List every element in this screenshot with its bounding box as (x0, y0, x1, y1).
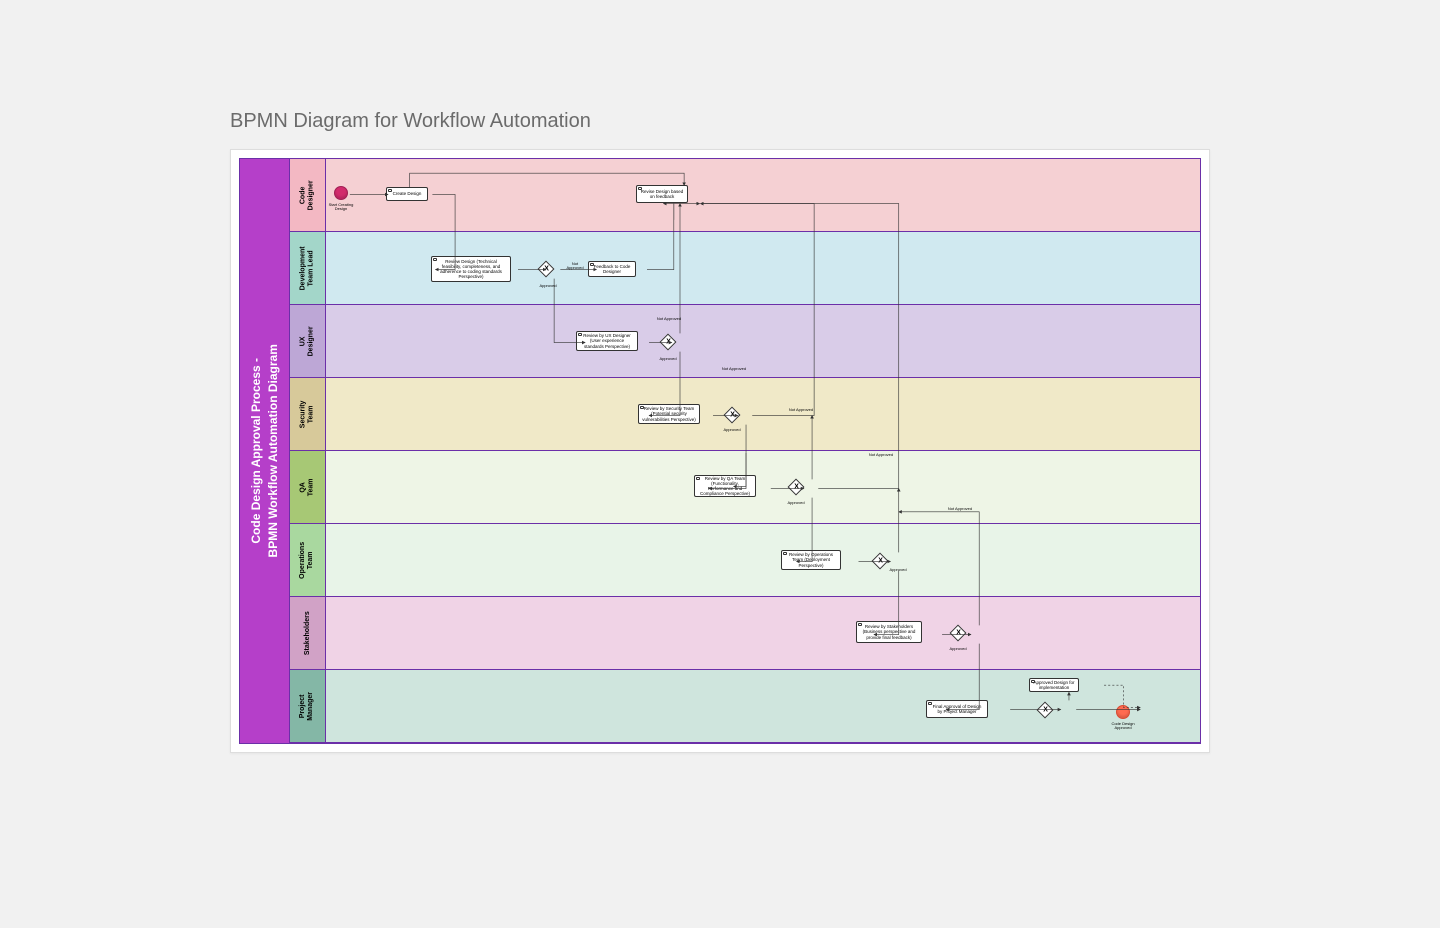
gw-label-approved-sec: Approved (720, 428, 744, 432)
gateway-qa (788, 479, 805, 496)
lane-label: DevelopmentTeam Lead (290, 232, 326, 304)
lanes-container: CodeDesigner Start Creating Design Creat… (290, 159, 1200, 743)
gateway-stakeholders (950, 625, 967, 642)
gateway-ops (872, 553, 889, 570)
page-title: BPMN Diagram for Workflow Automation (230, 110, 1210, 133)
pool-title: Code Design Approval Process -BPMN Workf… (240, 159, 290, 743)
start-event (334, 186, 348, 200)
lane-body: Review Design (Technical feasibility, co… (326, 232, 1200, 304)
task-feedback: Feedback to Code Designer (588, 261, 636, 277)
lane-body: Review by Operations Team (Deployment Pe… (326, 524, 1200, 596)
task-create-design: Create Design (386, 187, 428, 201)
lane-code-designer: CodeDesigner Start Creating Design Creat… (290, 159, 1200, 232)
lane-stakeholders: Stakeholders Review by Stakeholders (Bus… (290, 597, 1200, 670)
lane-ops: OperationsTeam Review by Operations Team… (290, 524, 1200, 597)
lane-qa: QATeam Review by QA Team (Functionality,… (290, 451, 1200, 524)
lane-pm: ProjectManager Final Approval of Design … (290, 670, 1200, 743)
bpmn-diagram: Code Design Approval Process -BPMN Workf… (239, 158, 1201, 744)
gw-label-not-approved: Not Approved (563, 262, 587, 271)
lane-label: CodeDesigner (290, 159, 326, 231)
gw-label-approved: Approved (536, 284, 560, 288)
lane-body: Review by UX Designer (User experience s… (326, 305, 1200, 377)
gateway-dev (538, 261, 555, 278)
lane-label: ProjectManager (290, 670, 326, 742)
gw-label-notapproved-sec: Not Approved (786, 408, 816, 412)
gateway-pm (1037, 702, 1054, 719)
end-event (1116, 705, 1130, 719)
task-final-approval: Final Approval of Design by Project Mana… (926, 700, 988, 718)
pool-title-line1: Code Design Approval Process - (249, 358, 263, 544)
gw-label-approved-st: Approved (946, 647, 970, 651)
gw-label-approved-qa: Approved (784, 501, 808, 505)
gw-label-notapproved-qa2: Not Approved (945, 507, 975, 511)
lane-dev-lead: DevelopmentTeam Lead Review Design (Tech… (290, 232, 1200, 305)
gw-label-not-approved-ux: Not Approved (654, 317, 684, 321)
task-review-ux: Review by UX Designer (User experience s… (576, 331, 638, 351)
gw-label-approved-ops: Approved (886, 568, 910, 572)
gw-label-not-approved-ux2: Not Approved (719, 367, 749, 371)
lane-label: OperationsTeam (290, 524, 326, 596)
lane-label: QATeam (290, 451, 326, 523)
gw-label-notapproved-qa: Not Approved (866, 453, 896, 457)
lane-body: Final Approval of Design by Project Mana… (326, 670, 1200, 742)
task-review-security: Review by Security Team (Potential secur… (638, 404, 700, 424)
lane-ux: UXDesigner Review by UX Designer (User e… (290, 305, 1200, 378)
lane-label: Stakeholders (290, 597, 326, 669)
lane-label: UXDesigner (290, 305, 326, 377)
task-review-stakeholders: Review by Stakeholders (Business perspec… (856, 621, 922, 643)
end-event-label: Code Design Approved (1108, 722, 1138, 731)
gateway-security (724, 407, 741, 424)
pool-title-line2: BPMN Workflow Automation Diagram (266, 344, 280, 557)
gw-label-approved-ux: Approved (656, 357, 680, 361)
lane-label: SecurityTeam (290, 378, 326, 450)
lane-security: SecurityTeam Review by Security Team (Po… (290, 378, 1200, 451)
task-review-dev: Review Design (Technical feasibility, co… (431, 256, 511, 282)
start-event-label: Start Creating Design (326, 203, 356, 212)
task-review-ops: Review by Operations Team (Deployment Pe… (781, 550, 841, 570)
diagram-frame: Code Design Approval Process -BPMN Workf… (230, 149, 1210, 753)
lane-body: Review by Security Team (Potential secur… (326, 378, 1200, 450)
lane-body: Review by QA Team (Functionality, Perfor… (326, 451, 1200, 523)
task-review-qa: Review by QA Team (Functionality, Perfor… (694, 475, 756, 497)
lane-body: Start Creating Design Create Design Revi… (326, 159, 1200, 231)
lane-body: Review by Stakeholders (Business perspec… (326, 597, 1200, 669)
gateway-ux (660, 334, 677, 351)
task-revise-design: Revise Design based on feedback (636, 185, 688, 203)
task-approved-impl: Approved Design for implementation (1029, 678, 1079, 692)
